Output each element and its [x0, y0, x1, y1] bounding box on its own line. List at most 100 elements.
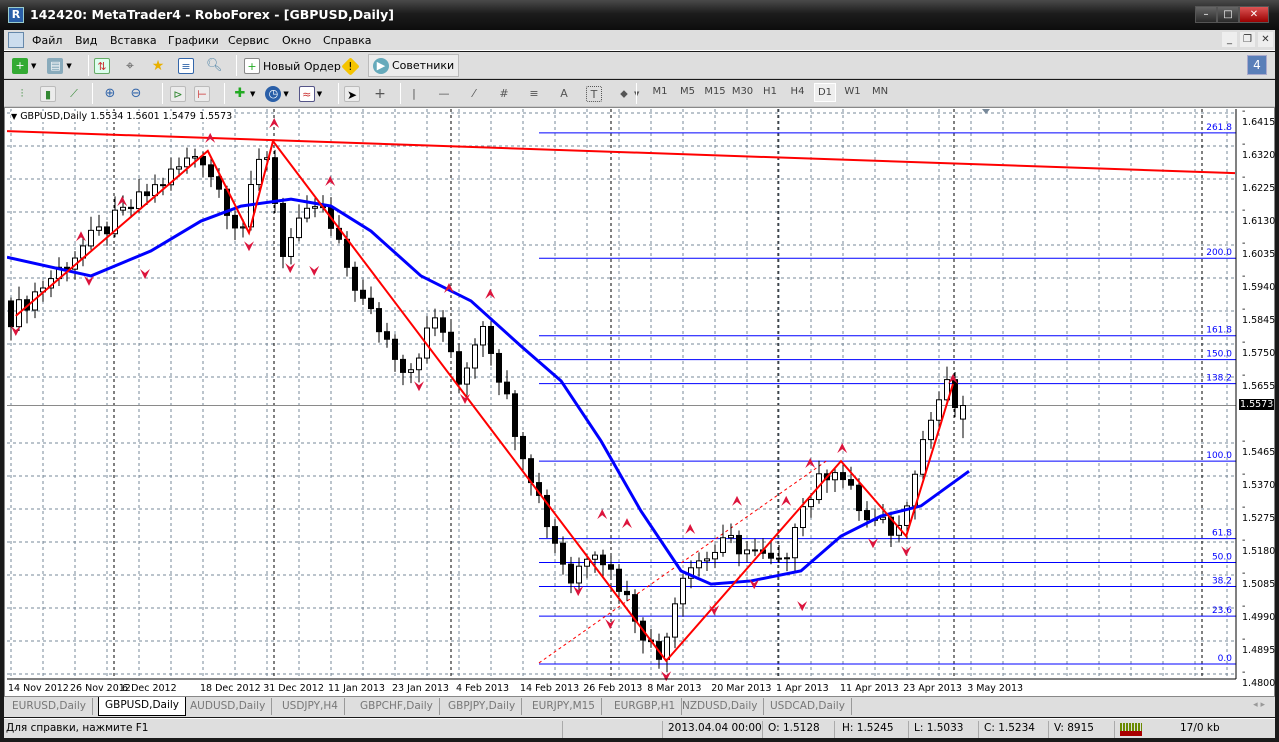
periods-clock-icon[interactable]: ◷	[265, 86, 282, 102]
new-chart-icon[interactable]: +	[12, 58, 28, 74]
expert-advisors-icon: ▶	[373, 57, 389, 74]
timeframe-mn[interactable]: MN	[869, 86, 891, 97]
mdi-restore-button[interactable]: ❐	[1240, 32, 1255, 47]
candlestick-icon[interactable]: ▮	[40, 86, 56, 102]
timeframe-h1[interactable]: H1	[759, 86, 781, 97]
chart-window[interactable]: 0.0 23.6 38.2 50.0 61.8 100.0 138.2 150.0 161.8 2…	[4, 106, 1276, 697]
fractal-down-icon	[309, 265, 320, 276]
chart-symbol-info: ▼ GBPUSD,Daily 1.5534 1.5601 1.5479 1.55…	[11, 111, 233, 122]
tab-gbpchf-daily[interactable]: GBPCHF,Daily	[354, 698, 440, 715]
candle-body	[496, 352, 502, 383]
timeframe-m1[interactable]: M1	[649, 86, 671, 97]
title-bar: R 142420: MetaTrader4 - RoboForex - [GBP…	[0, 0, 1279, 30]
line-chart-icon[interactable]: ⟋	[66, 86, 82, 102]
tab-nzdusd-daily[interactable]: NZDUSD,Daily	[676, 698, 765, 715]
mdi-minimize-button[interactable]: _	[1222, 32, 1237, 47]
menu-charts[interactable]: Графики	[168, 34, 219, 47]
menu-insert[interactable]: Вставка	[110, 34, 157, 47]
menu-help[interactable]: Справка	[323, 34, 371, 47]
trendline-icon[interactable]: ⁄	[466, 86, 482, 102]
minimize-button[interactable]: –	[1195, 6, 1217, 23]
terminal-icon[interactable]: ≡	[178, 58, 194, 74]
fractal-down-icon	[244, 241, 254, 252]
fractal-up-icon	[269, 117, 280, 128]
warning-icon[interactable]: !	[341, 56, 360, 76]
zoom-out-icon[interactable]: ⊖	[128, 86, 144, 102]
candle-body	[592, 554, 598, 560]
tab-usdcad-daily[interactable]: USDCAD,Daily	[764, 698, 852, 715]
timeframe-w1[interactable]: W1	[842, 86, 864, 97]
menu-view[interactable]: Вид	[75, 34, 97, 47]
menu-tools[interactable]: Сервис	[228, 34, 269, 47]
timeframe-m5[interactable]: M5	[677, 86, 699, 97]
tab-usdjpy-h4[interactable]: USDJPY,H4	[276, 698, 345, 715]
text-tool-icon[interactable]: A	[556, 86, 572, 102]
strategy-tester-icon[interactable]: 🔍︎	[206, 58, 223, 74]
chart-menu-triangle-icon[interactable]: ▼	[11, 112, 17, 121]
market-watch-icon[interactable]: ⇅	[94, 58, 110, 74]
equidistant-channel-icon[interactable]: #	[496, 86, 512, 102]
bar-chart-icon[interactable]: ⫶	[14, 86, 30, 102]
arrows-icon[interactable]: ⬥	[616, 86, 632, 102]
date-tick-label: 1 Apr 2013	[776, 683, 829, 694]
connection-status-icon[interactable]	[1120, 723, 1142, 736]
expert-advisors-button[interactable]: Советники	[392, 59, 454, 72]
text-label-icon[interactable]: T	[586, 86, 602, 102]
chart-window-icon[interactable]	[8, 32, 24, 48]
profiles-icon[interactable]: ▤	[47, 58, 64, 74]
candle-body	[840, 472, 846, 481]
tab-audusd-daily[interactable]: AUDUSD,Daily	[184, 698, 273, 715]
candle-body	[392, 338, 398, 360]
candle-body	[448, 331, 454, 353]
auto-scroll-icon[interactable]: ⊳	[170, 86, 186, 102]
fractal-down-icon	[573, 586, 584, 597]
chart-shift-icon[interactable]: ⊢	[194, 86, 210, 102]
horizontal-line-icon[interactable]: —	[436, 86, 452, 102]
tab-eurgbp-h1[interactable]: EURGBP,H1	[608, 698, 683, 715]
tab-gbpusd-daily[interactable]: GBPUSD,Daily	[98, 697, 187, 716]
candle-body	[440, 317, 446, 333]
status-traffic: 17/0 kb	[1180, 722, 1220, 734]
crosshair-icon[interactable]: +	[372, 86, 388, 102]
price-chart[interactable]: 0.0 23.6 38.2 50.0 61.8 100.0 138.2 150.0 161.8 2…	[7, 109, 1238, 681]
candle-body	[304, 207, 310, 219]
candle-body	[120, 206, 126, 211]
timeframe-d1[interactable]: D1	[814, 83, 836, 102]
mdi-close-button[interactable]: ✕	[1258, 32, 1273, 47]
vertical-line-icon[interactable]: |	[406, 86, 422, 102]
data-window-icon[interactable]: ⌖	[122, 58, 138, 74]
price-tick-label: - 1.5750	[1242, 337, 1276, 360]
navigator-icon[interactable]: ★	[150, 58, 166, 74]
timeframe-m15[interactable]: M15	[704, 86, 726, 97]
new-order-button[interactable]: Новый Ордер	[263, 60, 341, 73]
candle-body	[520, 435, 526, 460]
fractal-up-icon	[485, 288, 496, 299]
tab-gbpjpy-daily[interactable]: GBPJPY,Daily	[442, 698, 523, 715]
status-close: C: 1.5234	[984, 722, 1035, 734]
price-axis[interactable]: - 1.6415 - 1.6320 - 1.6225 - 1.6130 - 1.6035…	[1238, 106, 1276, 689]
timeframe-m30[interactable]: M30	[732, 86, 754, 97]
timeframe-h4[interactable]: H4	[787, 86, 809, 97]
date-axis[interactable]: 14 Nov 2012 26 Nov 2012 6 Dec 2012 18 Dec 2…	[5, 679, 1238, 697]
zoom-in-icon[interactable]: ⊕	[102, 86, 118, 102]
menu-file[interactable]: Файл	[32, 34, 62, 47]
date-tick-label: 8 Mar 2013	[647, 683, 702, 694]
notifications-button[interactable]: 4	[1247, 55, 1267, 75]
cursor-icon[interactable]: ➤	[344, 86, 360, 102]
tab-scroll-arrows[interactable]: ◂ ▸	[1253, 700, 1265, 710]
indicators-icon[interactable]: ✚	[232, 86, 248, 102]
candle-body	[160, 184, 166, 187]
candle-body	[608, 564, 614, 570]
fibonacci-icon[interactable]: ≡	[526, 86, 542, 102]
fractal-down-icon	[901, 546, 912, 557]
tab-eurusd-daily[interactable]: EURUSD,Daily	[6, 698, 93, 715]
tab-eurjpy-m15[interactable]: EURJPY,M15	[526, 698, 602, 715]
maximize-button[interactable]: □	[1217, 6, 1239, 23]
date-tick-label: 3 May 2013	[967, 683, 1024, 694]
fib-level-label: 50.0	[1212, 553, 1232, 563]
close-button[interactable]: ✕	[1239, 6, 1269, 23]
price-tick-label: - 1.5085	[1242, 568, 1276, 591]
menu-window[interactable]: Окно	[282, 34, 311, 47]
new-order-icon: +	[244, 58, 260, 74]
templates-icon[interactable]: ≈	[298, 86, 315, 102]
